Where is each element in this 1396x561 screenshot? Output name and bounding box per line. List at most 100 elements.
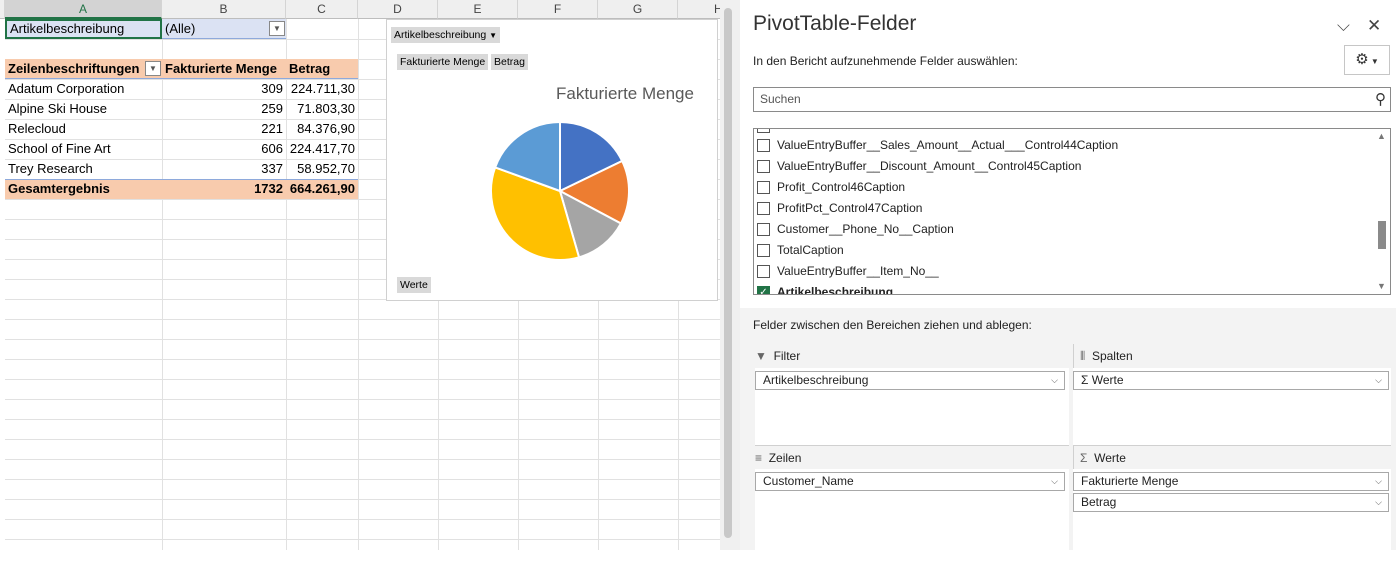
pivot-cell-name[interactable]: Trey Research [5, 159, 162, 179]
chevron-down-icon: ⌵ [1051, 375, 1058, 385]
pivot-cell-name[interactable]: Alpine Ski House [5, 99, 162, 119]
field-item[interactable]: ProfitPct_Control47Caption [757, 198, 922, 219]
column-header-a[interactable]: A [5, 0, 162, 19]
field-list-scrollbar[interactable]: ▲ ▼ [1373, 129, 1390, 294]
filter-icon: ▼ [755, 349, 767, 363]
field-item[interactable]: Profit_Control46Caption [757, 177, 905, 198]
field-item[interactable]: ValueEntryBuffer__Item_No__ [757, 261, 939, 282]
pivot-cell-amount[interactable]: 84.376,90 [286, 119, 358, 139]
search-icon[interactable]: ⚲ [1375, 88, 1386, 111]
scroll-thumb[interactable] [1378, 221, 1386, 249]
gridline [5, 359, 720, 360]
sheet-vertical-scrollbar[interactable] [724, 8, 732, 538]
field-label: ValueEntryBuffer__Sales_Amount__Actual__… [777, 138, 1119, 152]
chart-werte-button[interactable]: Werte [397, 277, 431, 293]
gridline [5, 419, 720, 420]
gridline [5, 459, 720, 460]
chevron-down-icon: ⌵ [1375, 476, 1382, 486]
rows-area[interactable]: Customer_Name ⌵ [755, 469, 1069, 561]
sigma-icon: Σ [1081, 373, 1089, 387]
columns-area-item[interactable]: Σ Werte ⌵ [1073, 371, 1389, 390]
total-qty: 1732 [254, 181, 283, 196]
column-header-d[interactable]: D [358, 0, 438, 19]
pivot-cell-qty[interactable]: 606 [162, 139, 286, 159]
field-list[interactable]: ValueEntryBuffer__Sales_Amount__Actual__… [753, 128, 1391, 295]
pivot-cell-amount[interactable]: 224.417,70 [286, 139, 358, 159]
pivot-cell-qty[interactable]: 221 [162, 119, 286, 139]
gridline [5, 499, 720, 500]
chevron-down-icon: ⌵ [1051, 476, 1058, 486]
chevron-down-icon: ⌵ [1375, 497, 1382, 507]
field-label: Profit_Control46Caption [777, 180, 906, 194]
search-placeholder: Suchen [760, 92, 801, 106]
filter-label-cell[interactable]: Artikelbeschreibung [5, 19, 162, 39]
pivot-cell-qty[interactable]: 337 [162, 159, 286, 179]
pivot-chart[interactable]: Artikelbeschreibung ▼ Fakturierte Menge … [386, 19, 718, 301]
field-label: ValueEntryBuffer__Item_No__ [777, 264, 939, 278]
pivot-cell-name[interactable]: Adatum Corporation [5, 79, 162, 99]
column-header-b[interactable]: B [162, 0, 286, 19]
scroll-up-icon[interactable]: ▲ [1377, 131, 1386, 141]
checkbox[interactable] [757, 223, 770, 237]
field-item[interactable]: ValueEntryBuffer__Discount_Amount__Contr… [757, 156, 1081, 177]
pane-title: PivotTable-Felder [753, 12, 917, 35]
filter-dropdown-icon[interactable]: ▼ [269, 21, 285, 36]
row-labels-filter-icon[interactable]: ▼ [145, 61, 161, 76]
chevron-down-icon[interactable]: ⌵ [1337, 16, 1350, 36]
rows-icon: ≡ [755, 451, 763, 465]
field-label: TotalCaption [777, 243, 844, 257]
pivot-cell-amount[interactable]: 71.803,30 [286, 99, 358, 119]
gridline [5, 539, 720, 540]
values-area-item[interactable]: Betrag ⌵ [1073, 493, 1389, 512]
pivot-cell-qty[interactable]: 259 [162, 99, 286, 119]
rows-area-header: ≡ Zeilen [755, 445, 1069, 469]
checkbox[interactable] [757, 265, 770, 279]
checkbox[interactable] [757, 139, 770, 153]
search-input[interactable]: Suchen ⚲ [753, 87, 1391, 112]
checkbox[interactable] [757, 244, 770, 258]
checkbox[interactable]: ✓ [757, 286, 770, 294]
pivot-cell-qty[interactable]: 309 [162, 79, 286, 99]
values-area-header: Σ Werte [1073, 445, 1391, 469]
filter-value-cell[interactable]: (Alle) [162, 19, 286, 39]
field-item[interactable]: ValueEntryBuffer__Sales_Amount__Actual__… [757, 135, 1118, 156]
pivot-cell-name[interactable]: Relecloud [5, 119, 162, 139]
rows-area-item[interactable]: Customer_Name ⌵ [755, 472, 1065, 491]
field-item[interactable]: Customer__Phone_No__Caption [757, 219, 954, 240]
field-label: Artikelbeschreibung [777, 285, 894, 295]
pivot-cell-amount[interactable]: 224.711,30 [286, 79, 358, 99]
spreadsheet[interactable]: A B C D E F G H Artikelbeschreibung (All… [0, 0, 720, 550]
chevron-down-icon: ⌵ [1375, 375, 1382, 385]
checkbox[interactable] [757, 202, 770, 216]
columns-area-title: Spalten [1091, 349, 1133, 363]
pivot-cell-name[interactable]: School of Fine Art [5, 139, 162, 159]
rows-area-title: Zeilen [768, 451, 802, 465]
values-area-item[interactable]: Fakturierte Menge ⌵ [1073, 472, 1389, 491]
gridline [5, 399, 720, 400]
checkbox[interactable] [757, 160, 770, 174]
pivot-cell-amount[interactable]: 58.952,70 [286, 159, 358, 179]
areas-section: Felder zwischen den Bereichen ziehen und… [740, 308, 1396, 561]
values-area-title: Werte [1094, 451, 1126, 465]
column-header-h[interactable]: H [678, 0, 720, 19]
column-header-f[interactable]: F [518, 0, 598, 19]
drag-instruction: Felder zwischen den Bereichen ziehen und… [753, 318, 1032, 332]
columns-area-header: ⦀ Spalten [1073, 344, 1387, 368]
field-label: Customer__Phone_No__Caption [777, 222, 954, 236]
field-item[interactable]: TotalCaption [757, 240, 844, 261]
column-header-c[interactable]: C [286, 0, 358, 19]
settings-button[interactable]: ⚙ ▼ [1344, 45, 1390, 75]
checkbox[interactable] [757, 181, 770, 195]
filter-area-item[interactable]: Artikelbeschreibung ⌵ [755, 371, 1065, 390]
gear-icon: ⚙ [1355, 51, 1369, 68]
values-area[interactable]: Fakturierte Menge ⌵ Betrag ⌵ [1073, 469, 1391, 561]
filter-area-header: ▼ Filter [755, 344, 1069, 368]
column-header-e[interactable]: E [438, 0, 518, 19]
field-item[interactable]: ✓ Artikelbeschreibung [757, 282, 894, 295]
columns-icon: ⦀ [1080, 349, 1086, 363]
chevron-down-icon: ▼ [1368, 57, 1379, 66]
column-header-g[interactable]: G [598, 0, 678, 19]
scroll-down-icon[interactable]: ▼ [1377, 281, 1386, 291]
gridline [5, 439, 720, 440]
close-icon[interactable]: ✕ [1367, 16, 1381, 36]
